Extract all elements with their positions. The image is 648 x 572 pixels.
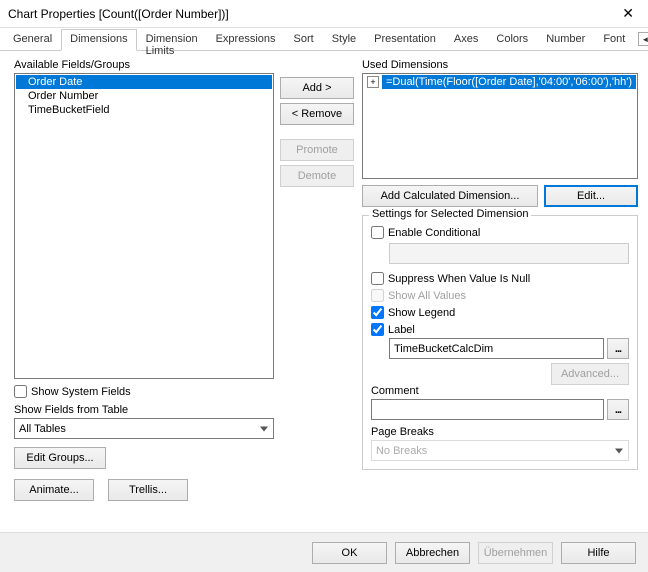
list-item[interactable]: TimeBucketField xyxy=(16,103,272,117)
settings-fieldset: Settings for Selected Dimension Enable C… xyxy=(362,215,638,470)
show-all-values-input xyxy=(371,289,384,302)
help-button[interactable]: Hilfe xyxy=(561,542,636,564)
tab-scroll: ◄ ► xyxy=(634,28,648,50)
label-checkbox[interactable]: Label xyxy=(371,323,629,336)
used-dimensions-list[interactable]: + =Dual(Time(Floor([Order Date],'04:00',… xyxy=(362,73,638,179)
cancel-button[interactable]: Abbrechen xyxy=(395,542,470,564)
show-system-fields-checkbox[interactable]: Show System Fields xyxy=(14,385,274,398)
animate-button[interactable]: Animate... xyxy=(14,479,94,501)
ok-button[interactable]: OK xyxy=(312,542,387,564)
tab-colors[interactable]: Colors xyxy=(487,29,537,51)
tab-dimension-limits[interactable]: Dimension Limits xyxy=(137,29,207,51)
tab-style[interactable]: Style xyxy=(323,29,365,51)
list-item[interactable]: + =Dual(Time(Floor([Order Date],'04:00',… xyxy=(364,75,636,89)
promote-button[interactable]: Promote xyxy=(280,139,354,161)
comment-ellipsis-button[interactable]: ... xyxy=(607,399,629,420)
tab-general[interactable]: General xyxy=(4,29,61,51)
tab-sort[interactable]: Sort xyxy=(285,29,323,51)
remove-button[interactable]: < Remove xyxy=(280,103,354,125)
label-ellipsis-button[interactable]: ... xyxy=(607,338,629,359)
label-value-input[interactable] xyxy=(389,338,604,359)
enable-conditional-checkbox[interactable]: Enable Conditional xyxy=(371,226,629,239)
title-bar: Chart Properties [Count([Order Number])]… xyxy=(0,0,648,28)
trellis-button[interactable]: Trellis... xyxy=(108,479,188,501)
suppress-null-input[interactable] xyxy=(371,272,384,285)
used-dimension-text: =Dual(Time(Floor([Order Date],'04:00','0… xyxy=(382,75,636,89)
page-breaks-select: No Breaks xyxy=(371,440,629,461)
tab-number[interactable]: Number xyxy=(537,29,594,51)
edit-groups-button[interactable]: Edit Groups... xyxy=(14,447,106,469)
used-dimensions-label: Used Dimensions xyxy=(362,59,638,71)
close-icon[interactable]: ✕ xyxy=(616,5,640,22)
conditional-expression-input xyxy=(389,243,629,264)
suppress-null-checkbox[interactable]: Suppress When Value Is Null xyxy=(371,272,629,285)
apply-button: Übernehmen xyxy=(478,542,553,564)
dialog-button-bar: OK Abbrechen Übernehmen Hilfe xyxy=(0,532,648,572)
tabstrip: General Dimensions Dimension Limits Expr… xyxy=(0,28,648,51)
expand-icon[interactable]: + xyxy=(367,76,379,88)
add-calculated-dimension-button[interactable]: Add Calculated Dimension... xyxy=(362,185,538,207)
comment-label: Comment xyxy=(371,385,629,397)
available-fields-list[interactable]: Order Date Order Number TimeBucketField xyxy=(14,73,274,379)
show-legend-checkbox[interactable]: Show Legend xyxy=(371,306,629,319)
tab-presentation[interactable]: Presentation xyxy=(365,29,445,51)
tab-dimensions[interactable]: Dimensions xyxy=(61,29,136,51)
enable-conditional-input[interactable] xyxy=(371,226,384,239)
demote-button[interactable]: Demote xyxy=(280,165,354,187)
window-title: Chart Properties [Count([Order Number])] xyxy=(8,7,616,21)
show-fields-from-table-label: Show Fields from Table xyxy=(14,404,274,416)
tab-axes[interactable]: Axes xyxy=(445,29,487,51)
list-item[interactable]: Order Number xyxy=(16,89,272,103)
show-system-fields-label: Show System Fields xyxy=(31,386,131,398)
label-input[interactable] xyxy=(371,323,384,336)
show-system-fields-input[interactable] xyxy=(14,385,27,398)
show-all-values-checkbox: Show All Values xyxy=(371,289,629,302)
edit-button[interactable]: Edit... xyxy=(544,185,638,207)
tab-scroll-left-icon[interactable]: ◄ xyxy=(638,32,648,46)
page-breaks-label: Page Breaks xyxy=(371,426,629,438)
show-fields-from-table-select[interactable]: All Tables xyxy=(14,418,274,439)
show-legend-input[interactable] xyxy=(371,306,384,319)
tab-font[interactable]: Font xyxy=(594,29,634,51)
tab-expressions[interactable]: Expressions xyxy=(207,29,285,51)
comment-input[interactable] xyxy=(371,399,604,420)
advanced-button: Advanced... xyxy=(551,363,629,385)
list-item[interactable]: Order Date xyxy=(16,75,272,89)
available-fields-label: Available Fields/Groups xyxy=(14,59,274,71)
add-button[interactable]: Add > xyxy=(280,77,354,99)
settings-legend: Settings for Selected Dimension xyxy=(369,208,532,220)
